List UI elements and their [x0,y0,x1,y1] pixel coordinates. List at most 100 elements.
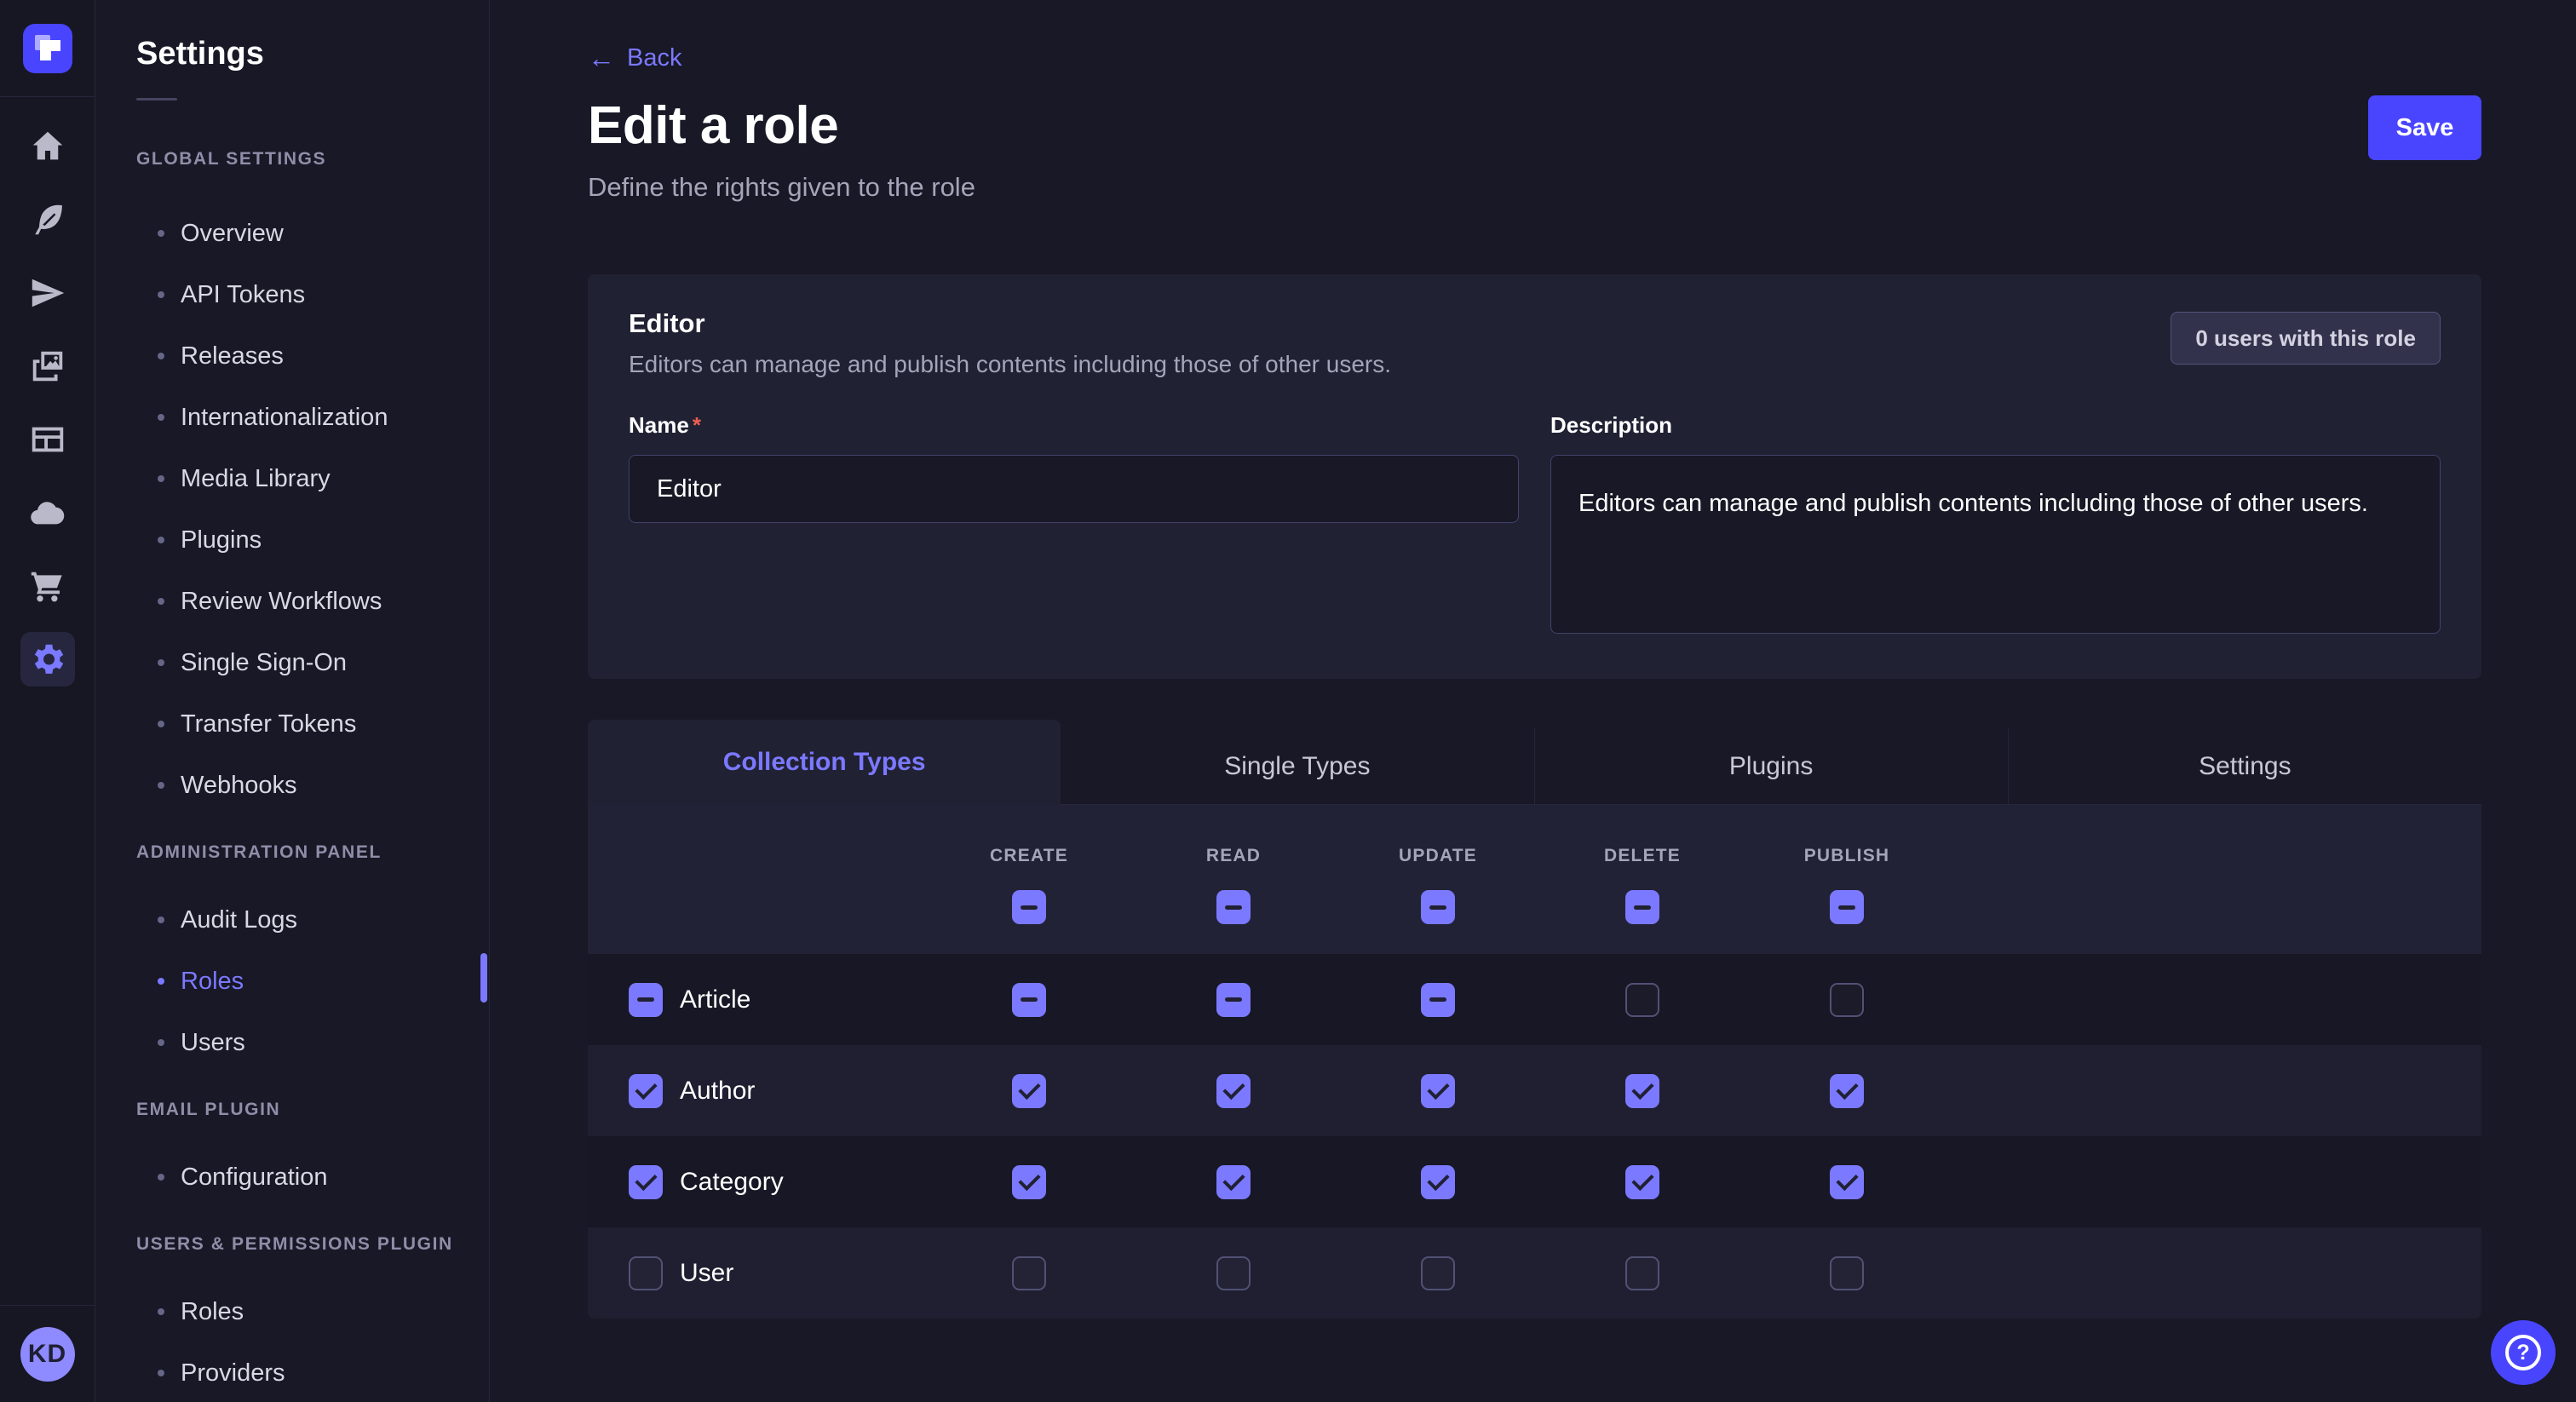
article-update-checkbox[interactable] [1421,983,1455,1017]
select-all-delete-checkbox[interactable] [1625,890,1659,924]
sidebar-item-roles[interactable]: Roles [136,951,489,1012]
home-icon[interactable] [20,119,75,174]
cloud-icon[interactable] [20,486,75,540]
author-create-checkbox[interactable] [1012,1074,1046,1108]
bullet-dot [158,1308,164,1315]
strapi-admin-screen: KD Settings GLOBAL SETTINGS Overview API… [0,0,2576,1402]
settings-gear-icon[interactable] [20,632,75,687]
row-label-article: Article [680,985,750,1014]
bullet-dot [158,659,164,666]
column-header-read: READ [1131,846,1336,866]
category-delete-checkbox[interactable] [1625,1165,1659,1199]
name-input[interactable] [629,455,1519,523]
sidebar-item-up-roles[interactable]: Roles [136,1281,489,1342]
user-update-checkbox[interactable] [1421,1256,1455,1290]
role-card-heading: Editor Editors can manage and publish co… [629,308,1391,378]
category-update-checkbox[interactable] [1421,1165,1455,1199]
role-fields: Name* Description Editors can manage and… [629,412,2441,638]
author-update-checkbox[interactable] [1421,1074,1455,1108]
article-read-checkbox[interactable] [1216,983,1251,1017]
tab-single-types[interactable]: Single Types [1061,728,1533,805]
tab-settings[interactable]: Settings [2008,728,2481,805]
rail-footer: KD [0,1305,95,1402]
sidebar-item-webhooks[interactable]: Webhooks [136,755,489,816]
bullet-dot [158,782,164,789]
administration-panel-list: Audit Logs Roles Users [136,889,489,1073]
bullet-dot [158,916,164,923]
content-type-builder-icon[interactable] [20,412,75,467]
user-avatar[interactable]: KD [20,1327,75,1382]
logo-container [0,0,95,97]
select-all-update-checkbox[interactable] [1421,890,1455,924]
table-row-category: Category [588,1136,2481,1227]
sidebar-item-configuration[interactable]: Configuration [136,1146,489,1208]
sidebar-item-single-sign-on[interactable]: Single Sign-On [136,632,489,693]
article-delete-checkbox[interactable] [1625,983,1659,1017]
user-read-checkbox[interactable] [1216,1256,1251,1290]
category-publish-checkbox[interactable] [1830,1165,1864,1199]
column-header-delete: DELETE [1540,846,1745,866]
help-button[interactable]: ? [2491,1320,2556,1385]
strapi-logo[interactable] [23,24,72,73]
article-row-checkbox[interactable] [629,983,663,1017]
sidebar-item-overview[interactable]: Overview [136,203,489,264]
sidebar-item-transfer-tokens[interactable]: Transfer Tokens [136,693,489,755]
select-all-publish-checkbox[interactable] [1830,890,1864,924]
sidebar-item-audit-logs[interactable]: Audit Logs [136,889,489,951]
global-settings-list: Overview API Tokens Releases Internation… [136,203,489,816]
permissions-card: Collection Types Single Types Plugins Se… [588,720,2481,1319]
settings-sidebar: Settings GLOBAL SETTINGS Overview API To… [95,0,490,1402]
role-description-text: Editors can manage and publish contents … [629,351,1391,378]
sidebar-item-media-library[interactable]: Media Library [136,448,489,509]
sidebar-scrollbar-thumb[interactable] [480,953,487,1003]
sidebar-item-releases[interactable]: Releases [136,325,489,387]
users-permissions-list: Roles Providers [136,1281,489,1402]
users-with-role-badge[interactable]: 0 users with this role [2171,312,2441,365]
tab-plugins[interactable]: Plugins [1534,728,2008,805]
sidebar-item-internationalization[interactable]: Internationalization [136,387,489,448]
bullet-dot [158,230,164,237]
author-delete-checkbox[interactable] [1625,1074,1659,1108]
article-create-checkbox[interactable] [1012,983,1046,1017]
release-plane-icon[interactable] [20,266,75,320]
required-asterisk: * [693,412,701,438]
section-global-settings: GLOBAL SETTINGS [136,148,489,170]
content-feather-icon[interactable] [20,192,75,247]
author-row-checkbox[interactable] [629,1074,663,1108]
section-users-permissions-plugin: USERS & PERMISSIONS PLUGIN [136,1233,489,1255]
category-read-checkbox[interactable] [1216,1165,1251,1199]
marketplace-cart-icon[interactable] [20,559,75,613]
bullet-dot [158,414,164,421]
category-row-checkbox[interactable] [629,1165,663,1199]
user-delete-checkbox[interactable] [1625,1256,1659,1290]
permissions-tabs: Collection Types Single Types Plugins Se… [588,720,2481,805]
tab-collection-types[interactable]: Collection Types [588,720,1061,805]
column-header-update: UPDATE [1336,846,1540,866]
bullet-dot [158,291,164,298]
sidebar-item-users[interactable]: Users [136,1012,489,1073]
column-header-publish: PUBLISH [1745,846,1949,866]
select-all-create-checkbox[interactable] [1012,890,1046,924]
user-create-checkbox[interactable] [1012,1256,1046,1290]
description-textarea[interactable]: Editors can manage and publish contents … [1550,455,2441,634]
sidebar-title: Settings [136,36,489,72]
email-plugin-list: Configuration [136,1146,489,1208]
article-publish-checkbox[interactable] [1830,983,1864,1017]
sidebar-item-up-providers[interactable]: Providers [136,1342,489,1402]
sidebar-item-api-tokens[interactable]: API Tokens [136,264,489,325]
page-subtitle: Define the rights given to the role [588,172,2481,203]
sidebar-item-review-workflows[interactable]: Review Workflows [136,571,489,632]
user-publish-checkbox[interactable] [1830,1256,1864,1290]
user-row-checkbox[interactable] [629,1256,663,1290]
sidebar-item-plugins[interactable]: Plugins [136,509,489,571]
author-read-checkbox[interactable] [1216,1074,1251,1108]
save-button[interactable]: Save [2368,95,2481,160]
bullet-dot [158,537,164,543]
back-link[interactable]: ← Back [588,43,681,73]
role-card-header: Editor Editors can manage and publish co… [629,308,2441,378]
question-mark-icon: ? [2505,1335,2541,1370]
category-create-checkbox[interactable] [1012,1165,1046,1199]
media-library-icon[interactable] [20,339,75,394]
select-all-read-checkbox[interactable] [1216,890,1251,924]
author-publish-checkbox[interactable] [1830,1074,1864,1108]
